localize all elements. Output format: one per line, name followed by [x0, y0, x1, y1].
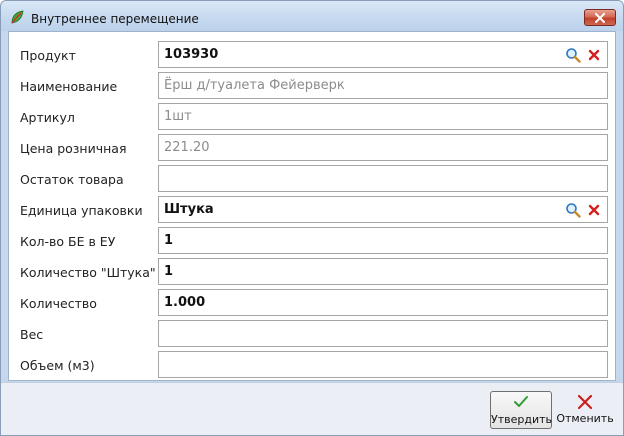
- pack-unit-value: Штука: [164, 202, 214, 217]
- base-units-per-pack-field[interactable]: 1: [158, 227, 608, 254]
- stock-field[interactable]: [158, 165, 608, 192]
- retail-price-field[interactable]: 221.20: [158, 134, 608, 161]
- window-title: Внутреннее перемещение: [31, 12, 199, 26]
- retail-price-value: 221.20: [164, 140, 210, 155]
- base-units-per-pack-value: 1: [164, 233, 174, 248]
- clear-icon[interactable]: [588, 204, 600, 216]
- label-retail-price: Цена розничная: [20, 141, 127, 156]
- label-volume: Объем (м3): [20, 358, 95, 373]
- cancel-button[interactable]: Отменить: [555, 391, 615, 429]
- name-field[interactable]: Ёрш д/туалета Фейерверк: [158, 72, 608, 99]
- leaf-icon: [11, 10, 24, 24]
- qty-value: 1.000: [164, 295, 206, 310]
- label-qty-piece: Количество "Штука": [20, 265, 156, 280]
- confirm-button[interactable]: Утвердить: [490, 391, 552, 429]
- label-qty: Количество: [20, 296, 97, 311]
- clear-icon[interactable]: [588, 49, 600, 61]
- confirm-label: Утвердить: [491, 413, 552, 426]
- label-stock: Остаток товара: [20, 172, 124, 187]
- search-icon[interactable]: [565, 202, 581, 218]
- volume-field[interactable]: [158, 351, 608, 378]
- button-bar: Утвердить Отменить: [1, 382, 623, 435]
- close-icon: [595, 13, 605, 23]
- label-product: Продукт: [20, 48, 76, 63]
- cross-icon: [577, 394, 593, 410]
- product-field[interactable]: 103930: [158, 41, 608, 68]
- qty-field[interactable]: 1.000: [158, 289, 608, 316]
- label-weight: Вес: [20, 327, 44, 342]
- dialog-window: Внутреннее перемещение Продукт 103930 На…: [0, 0, 624, 436]
- qty-piece-field[interactable]: 1: [158, 258, 608, 285]
- article-value: 1шт: [164, 109, 192, 124]
- label-base-units-per-pack: Кол-во БЕ в ЕУ: [20, 234, 116, 249]
- product-value: 103930: [164, 47, 219, 62]
- weight-field[interactable]: [158, 320, 608, 347]
- checkmark-icon: [514, 396, 528, 407]
- name-value: Ёрш д/туалета Фейерверк: [164, 78, 345, 93]
- pack-unit-field[interactable]: Штука: [158, 196, 608, 223]
- qty-piece-value: 1: [164, 264, 174, 279]
- cancel-label: Отменить: [556, 412, 614, 425]
- search-icon[interactable]: [565, 47, 581, 63]
- label-pack-unit: Единица упаковки: [20, 203, 143, 218]
- article-field[interactable]: 1шт: [158, 103, 608, 130]
- title-bar[interactable]: Внутреннее перемещение: [1, 1, 623, 31]
- form-panel: Продукт 103930 Наименование Ёрш д/туалет…: [8, 31, 616, 381]
- label-name: Наименование: [20, 79, 118, 94]
- label-article: Артикул: [20, 110, 75, 125]
- window-close-button[interactable]: [584, 9, 616, 26]
